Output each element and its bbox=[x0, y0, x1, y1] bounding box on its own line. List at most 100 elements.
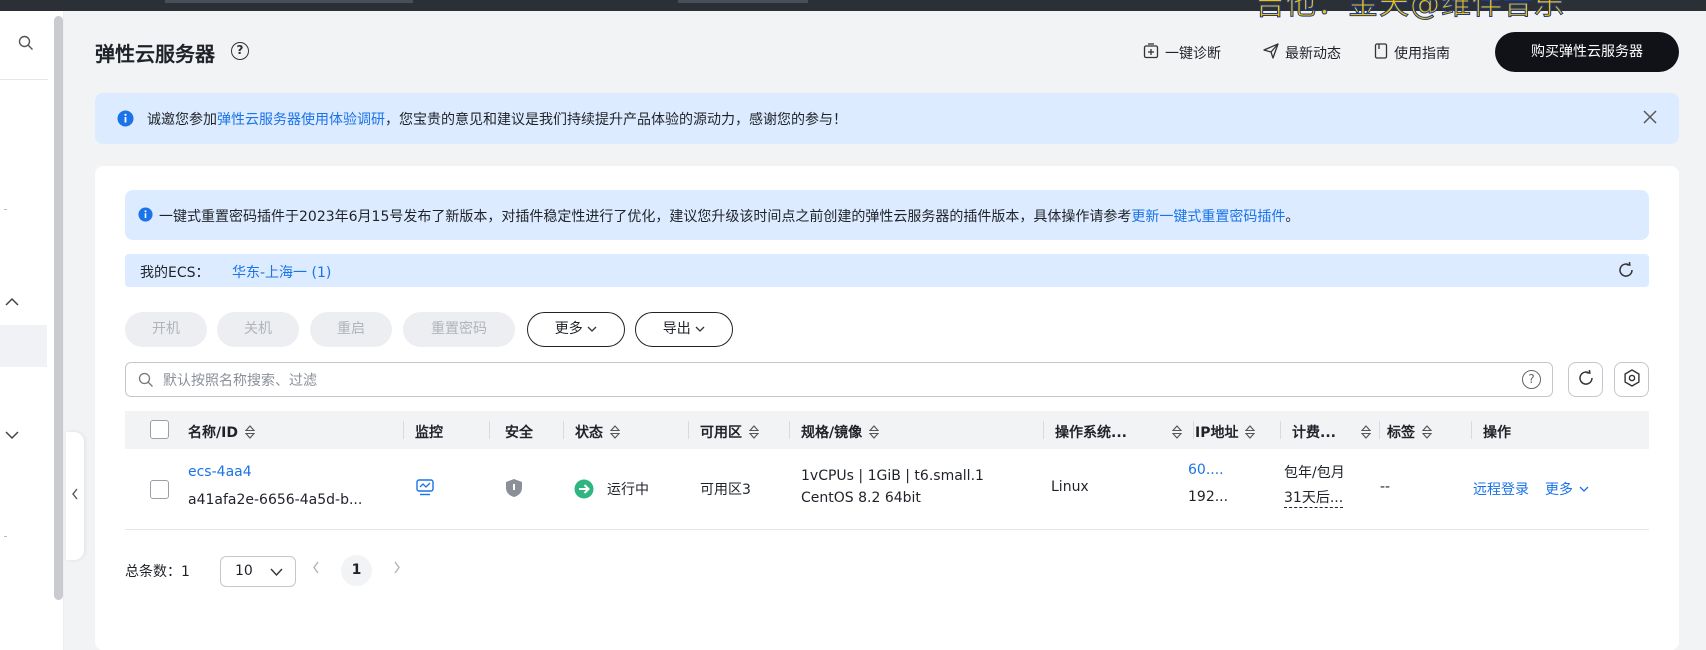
sidebar-item-active[interactable] bbox=[0, 325, 47, 367]
prev-page-icon[interactable] bbox=[312, 561, 320, 578]
search-help-icon[interactable]: ? bbox=[1522, 370, 1541, 389]
column-ops: 操作 bbox=[1483, 425, 1511, 441]
column-os[interactable]: 操作系统... bbox=[1055, 422, 1183, 442]
table-header: 名称/ID 监控 安全 状态 可用区 规格/镜像 操作系统... IP地址 计费… bbox=[125, 411, 1649, 449]
chevron-up-icon[interactable] bbox=[5, 295, 19, 311]
billing-expire[interactable]: 31天后... bbox=[1284, 487, 1344, 508]
top-tab-indicator bbox=[165, 0, 413, 3]
instance-spec: 1vCPUs | 1GiB | t6.small.1 bbox=[801, 468, 984, 484]
settings-button[interactable] bbox=[1614, 362, 1649, 397]
sort-icon bbox=[609, 425, 621, 439]
page-size-select[interactable]: 10 bbox=[220, 556, 296, 587]
chevron-down-icon bbox=[695, 321, 705, 337]
chevron-left-icon bbox=[71, 488, 79, 504]
search-icon[interactable] bbox=[18, 35, 34, 55]
plugin-text: 一键式重置密码插件于2023年6月15号发布了新版本，对插件稳定性进行了优化，建… bbox=[159, 209, 1132, 225]
stop-button[interactable]: 关机 bbox=[217, 312, 299, 347]
search-icon bbox=[138, 372, 154, 392]
diagnose-link[interactable]: 一键诊断 bbox=[1143, 43, 1221, 63]
remote-login-link[interactable]: 远程登录 bbox=[1473, 479, 1529, 499]
plugin-update-link[interactable]: 更新一键式重置密码插件 bbox=[1131, 209, 1285, 225]
close-icon[interactable] bbox=[1643, 110, 1657, 128]
instance-az: 可用区3 bbox=[700, 482, 751, 498]
column-billing[interactable]: 计费... bbox=[1292, 422, 1372, 442]
region-bar: 我的ECS： 华东-上海一 (1) bbox=[125, 254, 1649, 287]
current-page[interactable]: 1 bbox=[341, 555, 372, 586]
row-more-button[interactable]: 更多 bbox=[1545, 479, 1589, 499]
total-count: 1 bbox=[181, 564, 190, 580]
column-spec-label: 规格/镜像 bbox=[801, 425, 863, 441]
shield-icon[interactable] bbox=[505, 478, 523, 502]
chevron-down-icon[interactable] bbox=[5, 428, 19, 444]
more-actions-button[interactable]: 更多 bbox=[527, 312, 625, 347]
instance-image: CentOS 8.2 64bit bbox=[801, 490, 921, 506]
row-divider bbox=[125, 529, 1649, 530]
column-tags[interactable]: 标签 bbox=[1387, 422, 1433, 442]
news-link[interactable]: 最新动态 bbox=[1263, 43, 1341, 63]
page-size-value: 10 bbox=[235, 563, 253, 579]
column-separator bbox=[1193, 421, 1194, 439]
search-input[interactable]: 默认按照名称搜索、过滤 ? bbox=[125, 362, 1553, 397]
column-separator bbox=[688, 421, 689, 439]
reset-password-button[interactable]: 重置密码 bbox=[403, 312, 515, 347]
watermark: 吉他：金天@维伴音乐 bbox=[1255, 0, 1565, 22]
column-separator bbox=[1471, 421, 1472, 439]
diagnose-icon bbox=[1143, 43, 1159, 63]
guide-label: 使用指南 bbox=[1394, 46, 1450, 62]
column-separator bbox=[1280, 421, 1281, 439]
sidebar-scrollbar[interactable] bbox=[54, 16, 63, 600]
column-separator bbox=[403, 421, 404, 439]
info-icon bbox=[138, 207, 153, 226]
running-status-icon bbox=[574, 479, 594, 503]
survey-notice-text: 诚邀您参加弹性云服务器使用体验调研，您宝贵的意见和建议是我们持续提升产品体验的源… bbox=[147, 109, 847, 129]
select-all-checkbox[interactable] bbox=[150, 420, 169, 439]
chevron-down-icon bbox=[587, 321, 597, 337]
sort-icon bbox=[868, 425, 880, 439]
start-button[interactable]: 开机 bbox=[125, 312, 207, 347]
help-icon[interactable]: ? bbox=[231, 42, 249, 60]
export-label: 导出 bbox=[662, 321, 691, 337]
region-link[interactable]: 华东-上海一 (1) bbox=[232, 262, 331, 282]
column-ip[interactable]: IP地址 bbox=[1195, 422, 1256, 442]
more-actions-label: 更多 bbox=[554, 321, 583, 337]
survey-link[interactable]: 弹性云服务器使用体验调研 bbox=[217, 112, 385, 128]
export-button[interactable]: 导出 bbox=[635, 312, 733, 347]
instance-tags: -- bbox=[1380, 479, 1391, 495]
buy-ecs-button[interactable]: 购买弹性云服务器 bbox=[1495, 32, 1679, 72]
column-separator bbox=[1043, 421, 1044, 439]
sort-icon bbox=[1360, 425, 1372, 439]
guide-link[interactable]: 使用指南 bbox=[1374, 43, 1450, 63]
column-spec[interactable]: 规格/镜像 bbox=[801, 422, 880, 442]
column-name[interactable]: 名称/ID bbox=[188, 422, 256, 442]
news-label: 最新动态 bbox=[1285, 46, 1341, 62]
survey-suffix: ，您宝贵的意见和建议是我们持续提升产品体验的源动力，感谢您的参与！ bbox=[385, 112, 847, 128]
chevron-down-icon bbox=[270, 565, 283, 581]
instance-status: 运行中 bbox=[607, 482, 649, 498]
column-status[interactable]: 状态 bbox=[575, 422, 621, 442]
instance-os: Linux bbox=[1051, 479, 1089, 495]
column-az[interactable]: 可用区 bbox=[700, 422, 760, 442]
restart-button[interactable]: 重启 bbox=[310, 312, 392, 347]
row-checkbox[interactable] bbox=[150, 480, 169, 499]
sidebar-collapse-button[interactable] bbox=[66, 432, 84, 560]
column-security: 安全 bbox=[505, 425, 533, 441]
list-refresh-button[interactable] bbox=[1568, 362, 1603, 397]
column-az-label: 可用区 bbox=[700, 425, 742, 441]
column-separator bbox=[563, 421, 564, 439]
plugin-end: 。 bbox=[1285, 209, 1300, 225]
next-page-icon[interactable] bbox=[393, 561, 401, 578]
monitor-chart-icon[interactable] bbox=[416, 479, 434, 500]
instance-name-link[interactable]: ecs-4aa4 bbox=[188, 464, 252, 480]
send-icon bbox=[1263, 43, 1279, 63]
column-name-label: 名称/ID bbox=[188, 425, 238, 441]
chevron-down-icon bbox=[1579, 481, 1589, 497]
divider bbox=[0, 79, 48, 80]
plugin-notice: 一键式重置密码插件于2023年6月15号发布了新版本，对插件稳定性进行了优化，建… bbox=[125, 190, 1649, 240]
sort-icon bbox=[1421, 425, 1433, 439]
survey-prefix: 诚邀您参加 bbox=[147, 112, 217, 128]
diagnose-label: 一键诊断 bbox=[1165, 46, 1221, 62]
column-monitor: 监控 bbox=[415, 425, 443, 441]
top-tab-indicator bbox=[678, 0, 808, 3]
refresh-icon[interactable] bbox=[1617, 261, 1635, 283]
public-ip-link[interactable]: 60.... bbox=[1188, 462, 1224, 478]
